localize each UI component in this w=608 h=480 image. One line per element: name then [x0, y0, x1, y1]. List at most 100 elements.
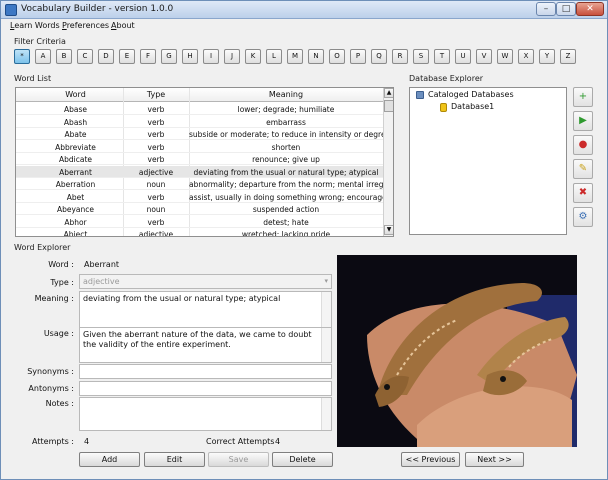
notes-textarea[interactable] — [79, 397, 332, 431]
filter-letter-r[interactable]: R — [392, 49, 408, 64]
menu-about[interactable]: About — [111, 21, 135, 30]
filter-letter-z[interactable]: Z — [560, 49, 576, 64]
antonyms-field-label: Antonyms : — [28, 384, 74, 393]
meaning-cell: renounce; give up — [252, 155, 320, 164]
edit-tool-button[interactable]: ✎ — [573, 159, 593, 179]
filter-letter-w[interactable]: W — [497, 49, 513, 64]
meaning-cell: lower; degrade; humiliate — [237, 105, 335, 114]
synonyms-input[interactable] — [79, 364, 332, 379]
filter-letter-c[interactable]: C — [77, 49, 93, 64]
filter-letter-n[interactable]: N — [308, 49, 324, 64]
attempts-label: Attempts : — [32, 437, 74, 446]
correct-attempts-label: Correct Attempts : — [206, 437, 280, 446]
add-button[interactable]: Add — [79, 452, 140, 467]
word-list-scrollbar[interactable]: ▲ ▼ — [383, 88, 393, 236]
meaning-textarea-value: deviating from the usual or natural type… — [83, 294, 281, 303]
filter-letter-i[interactable]: I — [203, 49, 219, 64]
scroll-down-button[interactable]: ▼ — [384, 225, 393, 235]
table-row[interactable]: Abhor verb detest; hate — [16, 216, 383, 228]
meaning-textarea[interactable]: deviating from the usual or natural type… — [79, 291, 332, 329]
tree-node-database1[interactable]: Database1 — [451, 102, 494, 111]
word-cell: Abeyance — [56, 205, 95, 214]
settings-tool-button[interactable]: ⚙ — [573, 207, 593, 227]
filter-letter-u[interactable]: U — [455, 49, 471, 64]
column-header-word[interactable]: Word — [28, 90, 123, 99]
add-tool-button[interactable]: + — [573, 87, 593, 107]
notes-scrollbar[interactable] — [321, 398, 331, 430]
previous-button[interactable]: << Previous — [401, 452, 460, 467]
table-row[interactable]: Abash verb embarrass — [16, 116, 383, 128]
word-cell: Abhor — [64, 217, 87, 227]
table-row[interactable]: Abbreviate verb shorten — [16, 141, 383, 153]
type-field-label: Type : — [50, 278, 74, 287]
filter-letter-s[interactable]: S — [413, 49, 429, 64]
database-explorer-label: Database Explorer — [409, 74, 484, 83]
type-cell: verb — [147, 192, 165, 202]
scroll-thumb[interactable] — [384, 100, 393, 112]
table-row[interactable]: Aberrant adjective deviating from the usua… — [16, 165, 383, 178]
settings-icon: ⚙ — [578, 211, 588, 222]
delete-tool-button[interactable]: ✖ — [573, 183, 593, 203]
filter-letter-o[interactable]: O — [329, 49, 345, 64]
type-cell: verb — [147, 117, 165, 127]
meaning-cell: embarrass — [266, 117, 306, 127]
type-select[interactable]: adjective ▾ — [79, 274, 332, 289]
table-row[interactable]: Abate verb subside or moderate; to reduce … — [16, 128, 383, 140]
word-field-label: Word : — [48, 260, 74, 269]
table-row[interactable]: Abase verb lower; degrade; humiliate — [16, 103, 383, 115]
filter-letter-j[interactable]: J — [224, 49, 240, 64]
filter-letter-m[interactable]: M — [287, 49, 303, 64]
run-icon: ▶ — [579, 115, 587, 126]
usage-textarea[interactable]: Given the aberrant nature of the data, w… — [79, 327, 332, 363]
window-title: Vocabulary Builder - version 1.0.0 — [21, 4, 174, 14]
table-row[interactable]: Aberration noun abnormality; departure fro… — [16, 178, 383, 190]
filter-letter-l[interactable]: L — [266, 49, 282, 64]
word-cell: Abject — [63, 230, 88, 237]
menu-learn-words[interactable]: Learn Words — [10, 21, 60, 30]
filter-letter-x[interactable]: X — [518, 49, 534, 64]
filter-letter-k[interactable]: K — [245, 49, 261, 64]
filter-letter-q[interactable]: Q — [371, 49, 387, 64]
meaning-cell: assist, usually in doing something wrong… — [189, 192, 383, 202]
filter-letter-f[interactable]: F — [140, 49, 156, 64]
table-row[interactable]: Abet verb assist, usually in doing somethi… — [16, 191, 383, 203]
type-cell: verb — [147, 217, 165, 227]
meaning-cell: suspended action — [252, 205, 320, 214]
close-button[interactable]: ✕ — [576, 2, 604, 16]
column-header-type[interactable]: Type — [123, 90, 189, 99]
run-tool-button[interactable]: ▶ — [573, 111, 593, 131]
filter-all-button[interactable]: * — [14, 49, 30, 64]
table-row[interactable]: Abdicate verb renounce; give up — [16, 153, 383, 165]
save-button[interactable]: Save — [208, 452, 269, 467]
filter-letter-a[interactable]: A — [35, 49, 51, 64]
filter-letter-p[interactable]: P — [350, 49, 366, 64]
table-row[interactable]: Abeyance noun suspended action — [16, 203, 383, 215]
filter-letter-d[interactable]: D — [98, 49, 114, 64]
antonyms-input[interactable] — [79, 381, 332, 396]
filter-letter-g[interactable]: G — [161, 49, 177, 64]
filter-letter-v[interactable]: V — [476, 49, 492, 64]
delete-button[interactable]: Delete — [272, 452, 333, 467]
filter-letter-b[interactable]: B — [56, 49, 72, 64]
minimize-button[interactable]: – — [536, 2, 556, 16]
meaning-scrollbar[interactable] — [321, 292, 331, 328]
tree-node-cataloged-databases[interactable]: Cataloged Databases — [428, 90, 514, 99]
usage-scrollbar[interactable] — [321, 328, 331, 362]
menu-preferences[interactable]: Preferences — [62, 21, 109, 30]
filter-letter-e[interactable]: E — [119, 49, 135, 64]
stop-tool-button[interactable]: ● — [573, 135, 593, 155]
filter-letter-y[interactable]: Y — [539, 49, 555, 64]
filter-letter-t[interactable]: T — [434, 49, 450, 64]
filter-letter-h[interactable]: H — [182, 49, 198, 64]
maximize-button[interactable]: □ — [556, 2, 576, 16]
usage-field-label: Usage : — [43, 329, 74, 338]
table-row[interactable]: Abject adjective wretched; lacking pride — [16, 228, 383, 237]
filter-criteria-label: Filter Criteria — [14, 37, 66, 46]
edit-button[interactable]: Edit — [144, 452, 205, 467]
column-header-meaning[interactable]: Meaning — [189, 90, 383, 99]
title-bar[interactable]: Vocabulary Builder - version 1.0.0 – □ ✕ — [1, 1, 607, 19]
word-explorer-label: Word Explorer — [14, 243, 71, 252]
correct-attempts-value: 4 — [275, 437, 281, 446]
scroll-up-button[interactable]: ▲ — [384, 88, 393, 98]
next-button[interactable]: Next >> — [465, 452, 524, 467]
